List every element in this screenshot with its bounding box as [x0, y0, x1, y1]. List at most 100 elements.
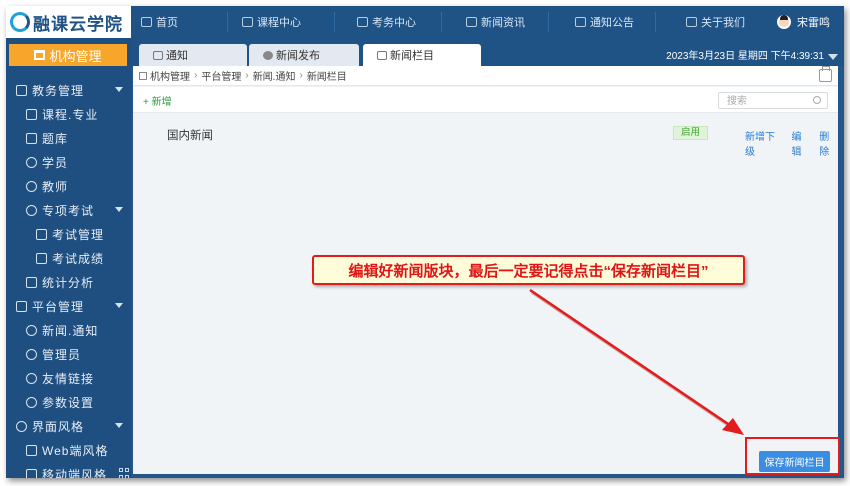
breadcrumb-icon	[139, 71, 147, 80]
sidebar-item-admins[interactable]: 管理员	[6, 342, 131, 366]
news-notice-icon	[26, 324, 37, 336]
chevron-down-icon	[115, 423, 123, 428]
topnav-label: 新闻资讯	[481, 17, 525, 29]
exam-icon	[357, 17, 368, 27]
course-icon	[242, 17, 253, 27]
logo-mark-icon	[10, 12, 30, 32]
sidebar-item-label: 课程.专业	[42, 107, 99, 122]
user-name: 宋雷鸣	[797, 17, 830, 29]
sidebar-item-label: 友情链接	[42, 371, 95, 386]
chevron-down-icon	[115, 303, 123, 308]
topnav-news[interactable]: 新闻资讯	[442, 6, 548, 38]
notice-tab-icon	[153, 50, 163, 60]
sidebar-item-settings[interactable]: 参数设置	[6, 390, 131, 414]
admin-icon	[26, 348, 37, 360]
target-icon	[26, 204, 37, 216]
breadcrumb-separator: ›	[194, 70, 198, 81]
topnav-exam-center[interactable]: 考务中心	[335, 6, 441, 38]
topnav-course-center[interactable]: 课程中心	[228, 6, 334, 38]
print-icon[interactable]	[819, 66, 832, 82]
sidebar-item-exam-scores[interactable]: 考试成绩	[6, 246, 131, 270]
sidebar-item-platform[interactable]: 平台管理	[6, 294, 131, 318]
search-input[interactable]	[719, 94, 805, 109]
sidebar-item-question-bank[interactable]: 题库	[6, 126, 131, 150]
notice-icon	[575, 17, 586, 27]
user-menu[interactable]: 宋雷鸣	[777, 6, 830, 38]
sidebar-item-label: 参数设置	[42, 395, 95, 410]
sidebar-item-label: 新闻.通知	[42, 323, 99, 338]
topnav-about[interactable]: 关于我们	[656, 6, 756, 38]
search-icon[interactable]	[813, 96, 821, 104]
score-icon	[36, 252, 47, 264]
tree-row: 国内新闻 启用 新增下级 编辑 删除	[133, 122, 838, 158]
sidebar-item-links[interactable]: 友情链接	[6, 366, 131, 390]
sidebar-item-students[interactable]: 学员	[6, 150, 131, 174]
sidebar-header[interactable]: 机构管理	[9, 44, 127, 66]
chevron-down-icon	[115, 87, 123, 92]
topnav-notice[interactable]: 通知公告	[549, 6, 655, 38]
sidebar-item-label: 考试管理	[52, 227, 105, 242]
chevron-down-icon[interactable]	[828, 54, 838, 60]
top-nav: 首页 课程中心 考务中心 新闻资讯 通知公告 关于我们	[131, 6, 756, 38]
app-window: 融课云学院 首页 课程中心 考务中心 新闻资讯 通知公告 关于我们 宋雷鸣 机构…	[6, 6, 844, 478]
sidebar-item-label: Web端风格	[42, 443, 109, 458]
sidebar-item-news-notice[interactable]: 新闻.通知	[6, 318, 131, 342]
chevron-down-icon	[115, 207, 123, 212]
chart-icon	[16, 84, 27, 96]
sidebar-item-label: 考试成绩	[52, 251, 105, 266]
sidebar-item-web-style[interactable]: Web端风格	[6, 438, 131, 462]
breadcrumb: 机构管理 › 平台管理 › 新闻.通知 › 新闻栏目	[133, 66, 838, 86]
topnav-home[interactable]: 首页	[131, 6, 227, 38]
sidebar-item-teachers[interactable]: 教师	[6, 174, 131, 198]
tabs-bar: 通知 新闻发布 新闻栏目 2023年3月23日 星期四 下午4:39:31	[131, 38, 844, 66]
sidebar-item-academic[interactable]: 教务管理	[6, 78, 131, 102]
add-button[interactable]: + 新增	[143, 93, 172, 108]
sidebar-item-statistics[interactable]: 统计分析	[6, 270, 131, 294]
sidebar-item-label: 教务管理	[32, 83, 85, 98]
sidebar-item-courses[interactable]: 课程.专业	[6, 102, 131, 126]
topnav-label: 首页	[156, 17, 178, 29]
sidebar-item-label: 统计分析	[42, 275, 95, 290]
book-icon	[26, 108, 37, 120]
search-box	[718, 92, 828, 109]
row-actions: 新增下级 编辑 删除	[745, 128, 838, 158]
institution-icon	[34, 50, 46, 60]
add-child-link[interactable]: 新增下级	[745, 128, 783, 158]
topnav-label: 考务中心	[372, 17, 416, 29]
status-badge: 启用	[673, 126, 709, 140]
tab-news-columns[interactable]: 新闻栏目	[363, 44, 481, 66]
grid-icon[interactable]	[119, 468, 130, 478]
topnav-label: 关于我们	[701, 17, 745, 29]
breadcrumb-separator: ›	[299, 70, 303, 81]
about-icon	[686, 17, 697, 27]
breadcrumb-item[interactable]: 新闻.通知	[253, 68, 296, 83]
sidebar-item-label: 专项考试	[42, 203, 95, 218]
sidebar-item-label: 教师	[42, 179, 69, 194]
breadcrumb-separator: ›	[245, 70, 249, 81]
monitor-icon	[26, 444, 37, 456]
breadcrumb-item[interactable]: 平台管理	[201, 68, 241, 83]
topnav-label: 通知公告	[590, 17, 634, 29]
sidebar: 机构管理 教务管理 课程.专业 题库 学员 教师 专项考试 考试管理 考试成绩 …	[6, 38, 131, 478]
sidebar-item-label: 管理员	[42, 347, 82, 362]
tab-notice[interactable]: 通知	[139, 44, 247, 66]
sidebar-item-label: 界面风格	[32, 419, 85, 434]
datetime: 2023年3月23日 星期四 下午4:39:31	[666, 51, 824, 62]
logo[interactable]: 融课云学院	[6, 6, 131, 38]
link-icon	[26, 372, 37, 384]
publish-tab-icon	[263, 50, 273, 60]
sidebar-item-ui-style[interactable]: 界面风格	[6, 414, 131, 438]
toolbar: + 新增	[133, 87, 838, 113]
sidebar-header-label: 机构管理	[49, 48, 102, 64]
edit-link[interactable]: 编辑	[792, 128, 811, 158]
tab-news-publish[interactable]: 新闻发布	[249, 44, 359, 66]
breadcrumb-item: 新闻栏目	[306, 72, 347, 83]
breadcrumb-item[interactable]: 机构管理	[150, 68, 190, 83]
tab-label: 新闻栏目	[390, 50, 434, 62]
sidebar-item-special-exam[interactable]: 专项考试	[6, 198, 131, 222]
exam-manage-icon	[36, 228, 47, 240]
column-title[interactable]: 国内新闻	[167, 127, 213, 143]
sidebar-item-mobile-style[interactable]: 移动端风格	[6, 462, 131, 478]
delete-link[interactable]: 删除	[819, 128, 838, 158]
sidebar-item-exam-manage[interactable]: 考试管理	[6, 222, 131, 246]
